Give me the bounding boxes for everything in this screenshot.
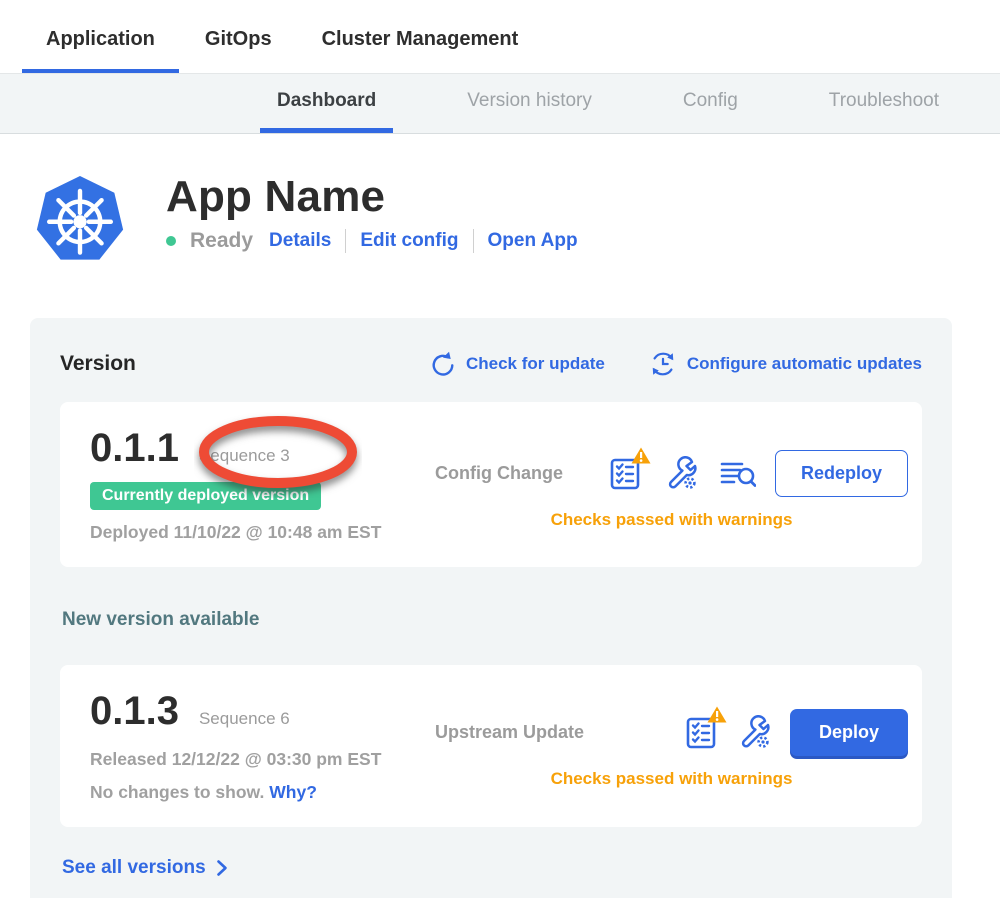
no-changes-label: No changes to show. (90, 782, 264, 802)
why-link[interactable]: Why? (269, 782, 317, 802)
version-card-title: Version (60, 352, 136, 376)
chevron-right-icon (216, 859, 228, 877)
auto-update-icon (649, 350, 677, 378)
no-changes-text: No changes to show. Why? (90, 782, 435, 803)
current-version-row: 0.1.1 Sequence 3 Currently deployed vers… (60, 402, 922, 567)
preflight-checks-icon[interactable] (610, 456, 644, 492)
tab-dashboard[interactable]: Dashboard (260, 74, 393, 133)
kubernetes-logo-icon (36, 174, 124, 266)
details-link[interactable]: Details (269, 230, 331, 252)
warning-triangle-icon (707, 706, 727, 723)
preflight-checks-icon[interactable] (686, 715, 720, 751)
top-nav: Application GitOps Cluster Management (0, 0, 1000, 73)
ready-status-dot-icon (166, 236, 176, 246)
deployed-timestamp: Deployed 11/10/22 @ 10:48 am EST (90, 522, 435, 543)
available-version-row: 0.1.3 Sequence 6 Released 12/12/22 @ 03:… (60, 665, 922, 827)
version-card: Version Check for update (30, 318, 952, 898)
divider (473, 229, 474, 253)
warning-triangle-icon (631, 447, 651, 464)
configure-automatic-updates-link[interactable]: Configure automatic updates (649, 350, 922, 378)
checks-warning-text: Checks passed with warnings (435, 769, 908, 789)
current-version-number: 0.1.1 (90, 426, 179, 470)
open-app-link[interactable]: Open App (488, 230, 578, 252)
available-sequence-label: Sequence 6 (199, 709, 290, 729)
see-all-versions-label: See all versions (62, 857, 206, 879)
tab-gitops[interactable]: GitOps (181, 22, 296, 73)
tab-version-history[interactable]: Version history (450, 74, 609, 133)
edit-config-link[interactable]: Edit config (360, 230, 458, 252)
tab-application[interactable]: Application (22, 22, 179, 73)
check-for-update-link[interactable]: Check for update (430, 351, 605, 377)
redeploy-button[interactable]: Redeploy (775, 450, 908, 497)
tab-troubleshoot[interactable]: Troubleshoot (812, 74, 956, 133)
app-header: App Name Ready Details Edit config Open … (36, 174, 1000, 266)
version-source-label: Config Change (435, 463, 563, 484)
available-version-number: 0.1.3 (90, 689, 179, 733)
view-files-icon[interactable] (720, 456, 754, 492)
divider (345, 229, 346, 253)
see-all-versions-link[interactable]: See all versions (62, 857, 922, 879)
checks-warning-text: Checks passed with warnings (435, 510, 908, 530)
new-version-heading: New version available (62, 609, 922, 631)
status-label: Ready (190, 229, 253, 253)
edit-config-icon[interactable] (738, 715, 772, 751)
page-title: App Name (166, 174, 578, 220)
edit-config-icon[interactable] (665, 456, 699, 492)
deploy-button[interactable]: Deploy (790, 709, 908, 756)
released-timestamp: Released 12/12/22 @ 03:30 pm EST (90, 749, 435, 770)
check-for-update-label: Check for update (466, 354, 605, 374)
version-source-label: Upstream Update (435, 722, 584, 743)
refresh-icon (430, 351, 456, 377)
app-sub-nav: Dashboard Version history Config Trouble… (0, 73, 1000, 134)
tab-config[interactable]: Config (666, 74, 755, 133)
current-sequence-label: Sequence 3 (199, 446, 290, 466)
configure-automatic-updates-label: Configure automatic updates (687, 354, 922, 374)
currently-deployed-badge: Currently deployed version (90, 482, 321, 510)
tab-cluster-management[interactable]: Cluster Management (298, 22, 543, 73)
